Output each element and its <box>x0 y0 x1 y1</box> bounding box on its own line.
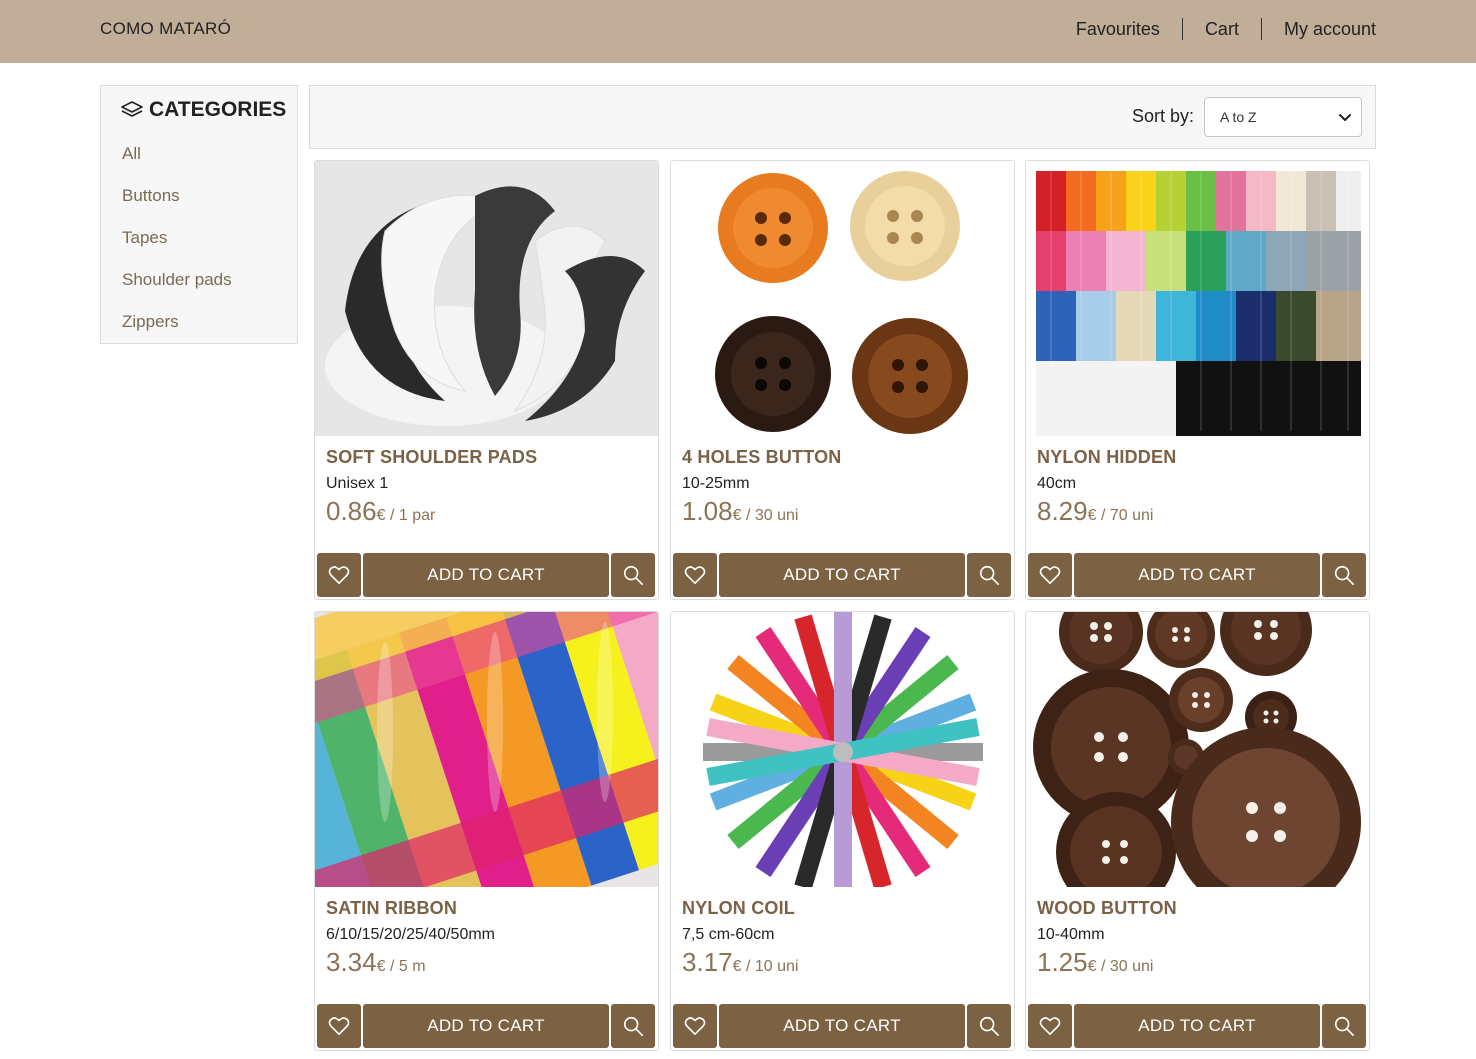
category-all[interactable]: All <box>122 142 232 184</box>
price-value: 3.17 <box>682 947 733 977</box>
favourite-button[interactable] <box>673 1004 717 1048</box>
category-zippers[interactable]: Zippers <box>122 310 232 352</box>
favourite-button[interactable] <box>1028 1004 1072 1048</box>
category-sidebar: CATEGORIES All Buttons Tapes Shoulder pa… <box>100 85 298 344</box>
sort-bar: Sort by: A to Z <box>309 85 1376 149</box>
price-value: 1.08 <box>682 496 733 526</box>
search-icon <box>979 565 999 585</box>
price-value: 1.25 <box>1037 947 1088 977</box>
heart-icon <box>328 1017 350 1035</box>
product-price: 3.34€ / 5 m <box>326 947 426 978</box>
favourite-button[interactable] <box>673 553 717 597</box>
view-product-button[interactable] <box>967 553 1011 597</box>
product-image-wood-buttons-brown[interactable] <box>1026 612 1369 887</box>
favourite-button[interactable] <box>317 1004 361 1048</box>
product-card: 4 HOLES BUTTON 10-25mm 1.08€ / 30 uni AD… <box>670 160 1015 600</box>
search-icon <box>1334 565 1354 585</box>
heart-icon <box>1039 1017 1061 1035</box>
product-desc: 7,5 cm-60cm <box>682 926 775 943</box>
product-price: 1.25€ / 30 uni <box>1037 947 1153 978</box>
brand-logo[interactable]: COMO MATARÓ <box>100 19 231 39</box>
product-name[interactable]: NYLON COIL <box>682 898 795 919</box>
add-to-cart-button[interactable]: ADD TO CART <box>1074 1004 1320 1048</box>
sort-select[interactable]: A to Z <box>1204 97 1362 137</box>
product-card: SATIN RIBBON 6/10/15/20/25/40/50mm 3.34€… <box>314 611 659 1051</box>
favourite-button[interactable] <box>317 553 361 597</box>
search-icon <box>623 565 643 585</box>
product-desc: 40cm <box>1037 475 1077 492</box>
product-price: 1.08€ / 30 uni <box>682 496 798 527</box>
view-product-button[interactable] <box>1322 553 1366 597</box>
price-unit: € / 30 uni <box>1087 958 1154 975</box>
add-to-cart-button[interactable]: ADD TO CART <box>719 553 965 597</box>
product-image-wood-buttons[interactable] <box>671 161 1014 436</box>
product-card: NYLON HIDDEN 40cm 8.29€ / 70 uni ADD TO … <box>1025 160 1370 600</box>
price-unit: € / 1 par <box>376 507 436 524</box>
search-icon <box>979 1016 999 1036</box>
search-icon <box>1334 1016 1354 1036</box>
product-name[interactable]: SOFT SHOULDER PADS <box>326 447 537 468</box>
price-value: 8.29 <box>1037 496 1088 526</box>
chevron-down-icon <box>1339 114 1351 121</box>
nav-favourites[interactable]: Favourites <box>1054 17 1182 41</box>
product-desc: 10-40mm <box>1037 926 1105 943</box>
product-price: 3.17€ / 10 uni <box>682 947 798 978</box>
category-list: All Buttons Tapes Shoulder pads Zippers <box>122 142 232 352</box>
category-tapes[interactable]: Tapes <box>122 226 232 268</box>
add-to-cart-button[interactable]: ADD TO CART <box>719 1004 965 1048</box>
product-image-shoulder-pads[interactable] <box>315 161 658 436</box>
view-product-button[interactable] <box>1322 1004 1366 1048</box>
price-unit: € / 30 uni <box>732 507 799 524</box>
nav-cart[interactable]: Cart <box>1183 17 1261 41</box>
view-product-button[interactable] <box>611 553 655 597</box>
heart-icon <box>684 1017 706 1035</box>
top-nav: Favourites Cart My account <box>1054 17 1376 41</box>
add-to-cart-button[interactable]: ADD TO CART <box>1074 553 1320 597</box>
sort-label: Sort by: <box>1131 106 1194 126</box>
price-unit: € / 5 m <box>376 958 426 975</box>
product-card: SOFT SHOULDER PADS Unisex 1 0.86€ / 1 pa… <box>314 160 659 600</box>
product-price: 0.86€ / 1 par <box>326 496 435 527</box>
nav-my-account[interactable]: My account <box>1262 17 1376 41</box>
product-name[interactable]: 4 HOLES BUTTON <box>682 447 841 468</box>
price-unit: € / 10 uni <box>732 958 799 975</box>
search-icon <box>623 1016 643 1036</box>
favourite-button[interactable] <box>1028 553 1072 597</box>
categories-title: CATEGORIES <box>149 98 287 121</box>
price-value: 0.86 <box>326 496 377 526</box>
price-value: 3.34 <box>326 947 377 977</box>
product-name[interactable]: SATIN RIBBON <box>326 898 457 919</box>
heart-icon <box>1039 566 1061 584</box>
product-card: WOOD BUTTON 10-40mm 1.25€ / 30 uni ADD T… <box>1025 611 1370 1051</box>
heart-icon <box>328 566 350 584</box>
top-header: COMO MATARÓ Favourites Cart My account <box>0 0 1476 63</box>
categories-heading: CATEGORIES <box>120 98 286 122</box>
add-to-cart-button[interactable]: ADD TO CART <box>363 553 609 597</box>
heart-icon <box>684 566 706 584</box>
view-product-button[interactable] <box>967 1004 1011 1048</box>
category-shoulder-pads[interactable]: Shoulder pads <box>122 268 232 310</box>
product-image-zippers[interactable] <box>1026 161 1369 436</box>
product-price: 8.29€ / 70 uni <box>1037 496 1153 527</box>
add-to-cart-button[interactable]: ADD TO CART <box>363 1004 609 1048</box>
product-name[interactable]: WOOD BUTTON <box>1037 898 1177 919</box>
product-desc: Unisex 1 <box>326 475 389 492</box>
product-card: NYLON COIL 7,5 cm-60cm 3.17€ / 10 uni AD… <box>670 611 1015 1051</box>
product-desc: 6/10/15/20/25/40/50mm <box>326 926 496 943</box>
view-product-button[interactable] <box>611 1004 655 1048</box>
product-image-zipper-fan[interactable] <box>671 612 1014 887</box>
price-unit: € / 70 uni <box>1087 507 1154 524</box>
product-desc: 10-25mm <box>682 475 750 492</box>
layers-icon <box>121 101 143 117</box>
product-image-satin-ribbon[interactable] <box>315 612 658 887</box>
product-name[interactable]: NYLON HIDDEN <box>1037 447 1176 468</box>
category-buttons[interactable]: Buttons <box>122 184 232 226</box>
sort-selected-value: A to Z <box>1220 109 1257 125</box>
